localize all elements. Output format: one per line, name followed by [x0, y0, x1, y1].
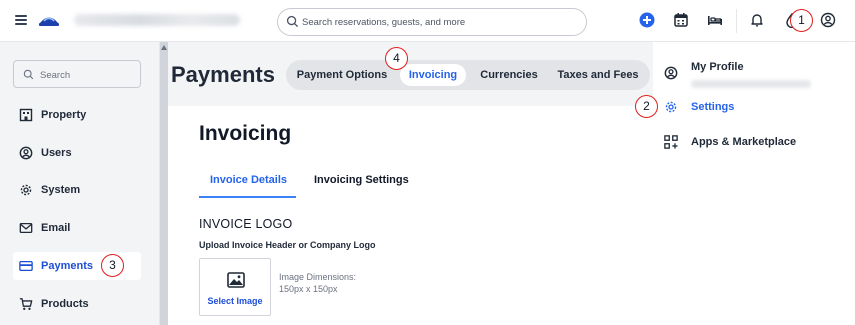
bed-icon[interactable]: [707, 12, 723, 28]
sidebar-item-users[interactable]: Users: [13, 139, 141, 167]
sidebar-item-label: System: [41, 184, 81, 196]
sidebar-item-label: Email: [41, 222, 71, 234]
sidebar-item-label: Users: [41, 147, 72, 159]
property-name-redacted: [74, 14, 240, 26]
image-dimensions-label: Image Dimensions:: [279, 272, 357, 282]
mail-icon: [19, 221, 33, 235]
select-image-button[interactable]: Select Image: [199, 258, 271, 316]
profile-dropdown-menu: My Profile Settings Apps & Marketplace: [653, 42, 855, 172]
cart-icon: [19, 297, 33, 311]
user-circle-icon: [19, 146, 33, 160]
user-circle-icon: [663, 65, 679, 81]
logo-icon[interactable]: [38, 12, 60, 28]
profile-email-redacted: [691, 80, 811, 88]
page-title: Payments: [171, 62, 275, 87]
bell-icon[interactable]: [749, 12, 765, 28]
image-dimensions-value: 150px x 150px: [279, 284, 338, 294]
toolbar-divider: [736, 9, 737, 33]
invoice-logo-subheading: Upload Invoice Header or Company Logo: [199, 240, 376, 250]
sidebar-search-input[interactable]: [40, 67, 136, 83]
step-callout-3: 3: [101, 254, 124, 277]
sidebar-item-label: Payments: [41, 260, 93, 272]
menu-icon[interactable]: [15, 15, 27, 25]
menu-item-label: Settings: [691, 101, 735, 113]
tab-taxes-and-fees[interactable]: Taxes and Fees: [552, 64, 644, 86]
subtab-invoicing-settings[interactable]: Invoicing Settings: [314, 174, 409, 186]
search-icon: [286, 15, 299, 28]
building-icon: [19, 108, 33, 122]
image-dimensions: Image Dimensions: 150px x 150px: [279, 271, 356, 295]
step-callout-2: 2: [635, 95, 658, 118]
active-subtab-indicator: [199, 196, 296, 198]
gear-icon: [19, 183, 33, 197]
menu-item-apps-marketplace[interactable]: Apps & Marketplace: [663, 131, 853, 153]
image-icon: [227, 272, 245, 288]
card-title: Invoicing: [199, 122, 292, 145]
top-bar: [0, 0, 855, 42]
menu-item-label: Apps & Marketplace: [691, 136, 797, 148]
sidebar-item-email[interactable]: Email: [13, 214, 141, 242]
plus-circle-icon[interactable]: [639, 12, 655, 28]
sidebar-search[interactable]: [13, 60, 141, 88]
sidebar-item-system[interactable]: System: [13, 176, 141, 204]
user-circle-icon[interactable]: [820, 12, 836, 28]
sidebar-item-label: Products: [41, 298, 89, 310]
global-search[interactable]: [277, 8, 587, 36]
tab-payment-options[interactable]: Payment Options: [292, 64, 392, 86]
select-image-label: Select Image: [207, 296, 263, 306]
scroll-up-arrow-icon[interactable]: [161, 45, 167, 50]
menu-item-label: My Profile: [691, 61, 744, 73]
sidebar-item-products[interactable]: Products: [13, 290, 141, 318]
sidebar-item-property[interactable]: Property: [13, 101, 141, 129]
step-callout-1: 1: [790, 9, 813, 32]
tab-currencies[interactable]: Currencies: [474, 64, 544, 86]
payments-tabs: Payment Options Invoicing Currencies Tax…: [286, 60, 650, 90]
search-icon: [23, 69, 34, 80]
step-callout-4: 4: [385, 47, 408, 70]
global-search-input[interactable]: [302, 13, 572, 31]
credit-card-icon: [19, 259, 33, 273]
menu-item-settings[interactable]: Settings: [663, 96, 853, 118]
subtab-invoice-details[interactable]: Invoice Details: [210, 174, 287, 186]
tab-invoicing[interactable]: Invoicing: [400, 64, 466, 86]
sidebar-scrollbar[interactable]: [160, 42, 168, 325]
calendar-icon[interactable]: [673, 12, 689, 28]
invoice-logo-heading: INVOICE LOGO: [199, 217, 293, 231]
sidebar-item-label: Property: [41, 109, 87, 121]
gear-icon: [663, 99, 679, 115]
settings-sidebar: Property Users System Email Payments: [0, 42, 160, 325]
apps-plus-icon: [663, 134, 679, 150]
